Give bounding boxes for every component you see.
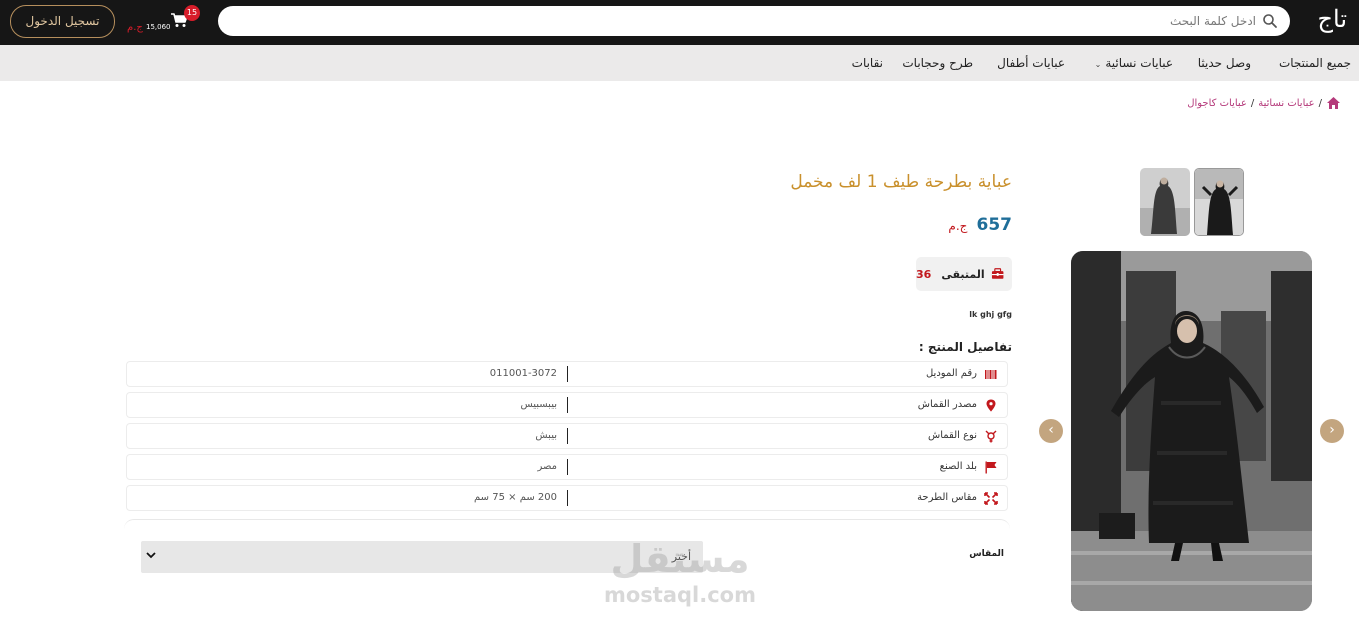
detail-row-country: بلد الصنع مصر [126, 454, 1008, 480]
breadcrumb-item-casual-abayas[interactable]: عبايات كاجوال [1187, 98, 1247, 109]
barcode-icon [985, 370, 997, 379]
detail-divider [567, 397, 568, 413]
chevron-right-icon: › [1329, 422, 1335, 438]
product-thumbnail[interactable] [1140, 168, 1190, 236]
cart-total: 15,060 [146, 23, 171, 31]
detail-divider [567, 459, 568, 475]
gallery-next-button[interactable]: › [1320, 419, 1344, 443]
detail-row-fabric-type: نوع القماش بيبش [126, 423, 1008, 449]
breadcrumb-separator: / [1318, 97, 1322, 109]
short-description: lk ghj gfg [969, 310, 1012, 319]
price-currency: ج.م [948, 219, 968, 233]
size-label: المقاس [969, 549, 1004, 559]
map-pin-icon [986, 399, 996, 412]
size-select-value: أختر [671, 550, 691, 563]
detail-label: بلد الصنع [939, 461, 977, 472]
breadcrumb-separator: / [1250, 97, 1255, 109]
nav-item-all-products[interactable]: جميع المنتجات [1279, 56, 1351, 70]
product-thumbnail[interactable] [1194, 168, 1244, 236]
detail-label: نوع القماش [927, 430, 977, 441]
detail-label: مقاس الطرحة [917, 492, 977, 503]
cart-count-badge: 15 [184, 5, 200, 21]
search-input[interactable] [246, 6, 1256, 36]
nav-item-kids-abayas[interactable]: عبايات أطفال [997, 56, 1065, 70]
detail-divider [567, 490, 568, 506]
product-main-image [1071, 251, 1312, 611]
nav-item-scarves[interactable]: طرح وحجابات [902, 56, 973, 70]
main-nav: جميع المنتجات وصل حديثا عبايات نسائية⌄ ع… [0, 45, 1359, 81]
detail-row-model: رقم الموديل 011001-3072 [126, 361, 1008, 387]
detail-value: بيبسبيس [520, 399, 557, 410]
gallery-prev-button[interactable]: ‹ [1039, 419, 1063, 443]
nav-item-new-arrivals[interactable]: وصل حديثا [1198, 56, 1251, 70]
product-title: عباية بطرحة طيف 1 لف مخمل [790, 172, 1012, 192]
chevron-down-icon [146, 552, 156, 559]
cart-currency: ج.م [127, 22, 143, 33]
resize-icon [984, 492, 998, 505]
login-button[interactable]: تسجيل الدخول [10, 5, 115, 38]
cart-widget[interactable]: 15 15,060 ج.م [122, 5, 202, 38]
detail-value: 200 سم × 75 سم [474, 492, 557, 503]
detail-label: رقم الموديل [925, 368, 977, 379]
site-logo[interactable]: تاج [1318, 5, 1347, 33]
nav-item-niqabs[interactable]: نقابات [852, 56, 883, 70]
detail-divider [567, 428, 568, 444]
stock-label: المتبقى [941, 267, 985, 281]
stock-count: 36 [916, 267, 932, 281]
detail-row-scarf-size: مقاس الطرحة 200 سم × 75 سم [126, 485, 1008, 511]
product-price: 657 ج.م [948, 215, 1012, 235]
size-select[interactable]: أختر [141, 541, 703, 573]
chevron-left-icon: ‹ [1048, 422, 1054, 438]
stock-badge: المتبقى 36 [916, 257, 1012, 291]
price-value: 657 [976, 215, 1013, 235]
detail-row-fabric-source: مصدر القماش بيبسبيس [126, 392, 1008, 418]
gender-icon [985, 430, 997, 443]
size-panel: المقاس أختر [124, 519, 1010, 589]
detail-label: مصدر القماش [917, 399, 977, 410]
top-bar: تاج 15 15,060 ج.م تسجيل الدخول [0, 0, 1359, 45]
breadcrumb: / عبايات نسائية / عبايات كاجوال [1187, 96, 1341, 110]
detail-divider [567, 366, 568, 382]
search-icon[interactable] [1262, 13, 1278, 29]
warehouse-icon [991, 268, 1004, 279]
home-icon[interactable] [1326, 96, 1341, 110]
nav-item-label: عبايات نسائية [1105, 56, 1173, 70]
detail-value: مصر [537, 461, 557, 472]
chevron-down-icon: ⌄ [1094, 60, 1102, 69]
detail-value: بيبش [535, 430, 557, 441]
search-bar[interactable] [218, 6, 1290, 36]
flag-icon [985, 461, 997, 474]
nav-item-women-abayas[interactable]: عبايات نسائية⌄ [1095, 56, 1173, 70]
details-heading: تفاصيل المنتج : [918, 340, 1012, 354]
breadcrumb-item-women-abayas[interactable]: عبايات نسائية [1258, 98, 1314, 109]
detail-value: 011001-3072 [489, 368, 557, 379]
